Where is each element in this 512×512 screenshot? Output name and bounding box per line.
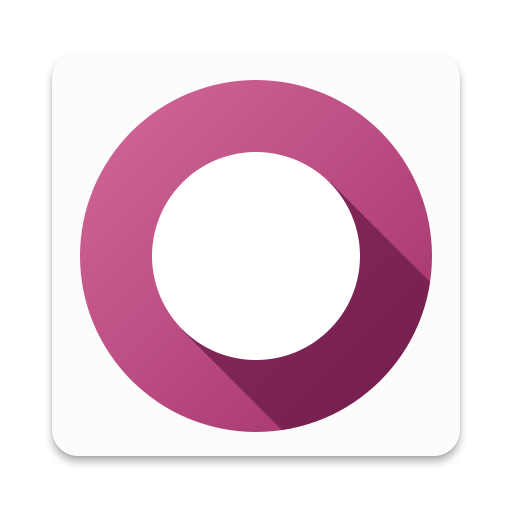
icon-canvas — [0, 0, 512, 512]
ring-center-hole — [152, 152, 360, 360]
app-icon-tile[interactable] — [52, 52, 460, 456]
ring-logo-icon — [80, 80, 432, 432]
